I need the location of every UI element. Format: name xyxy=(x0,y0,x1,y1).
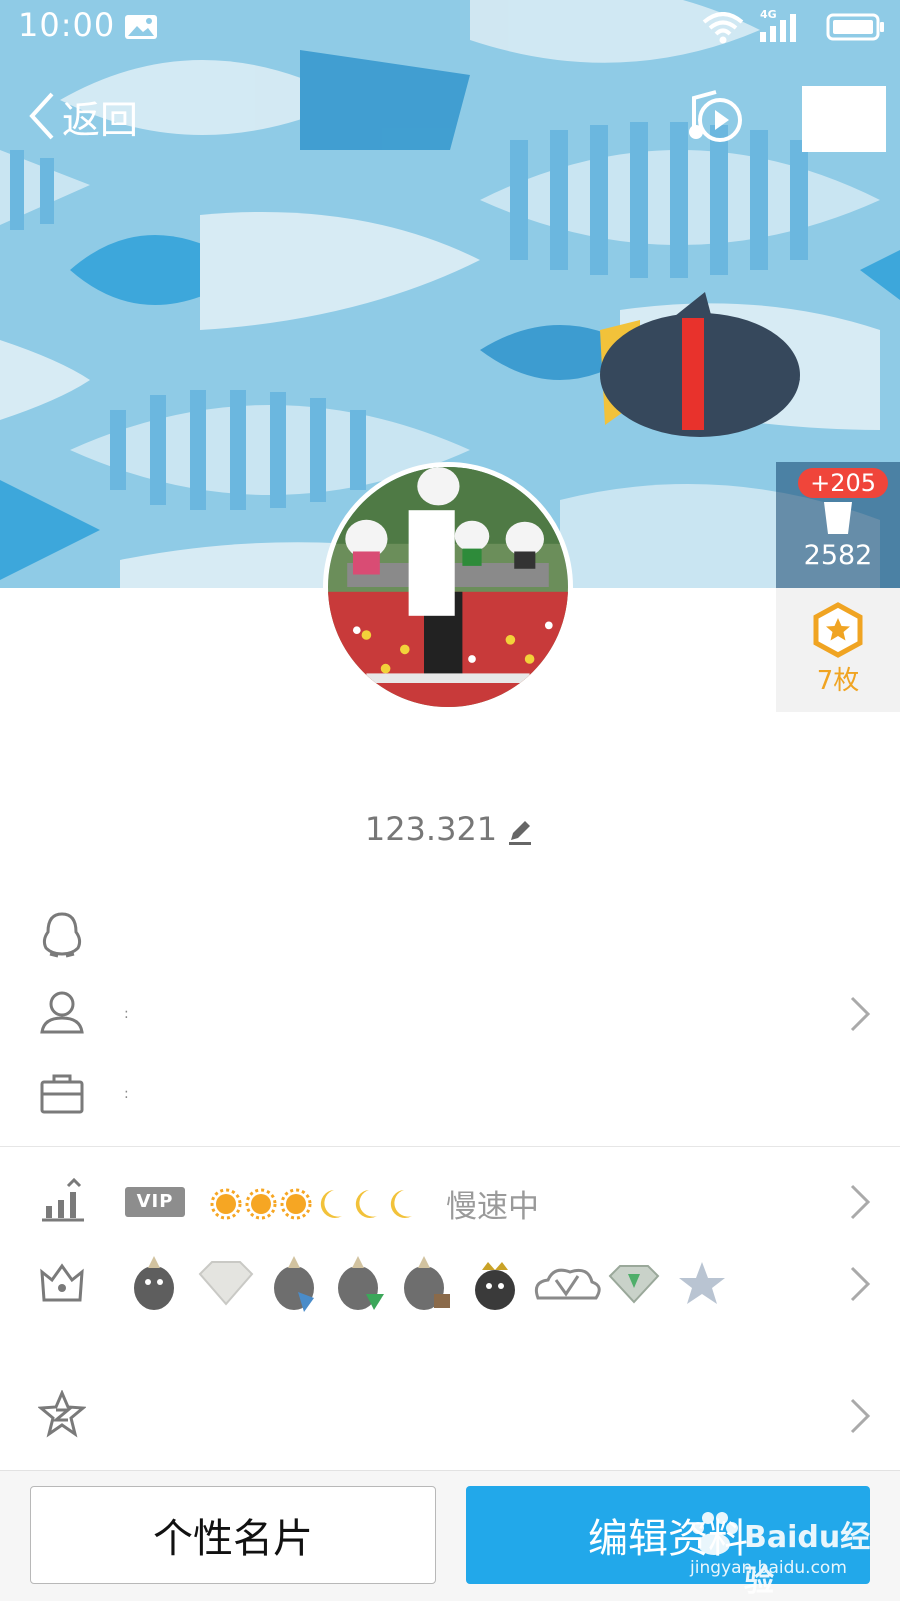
work-info-colon: : xyxy=(124,1086,129,1102)
qzone-row[interactable] xyxy=(0,1390,900,1446)
sun-icon xyxy=(280,1188,312,1220)
level-chart-icon xyxy=(42,1178,84,1222)
status-time: 10:00 xyxy=(18,6,116,44)
penguin-green-icon xyxy=(338,1256,384,1310)
qq-number[interactable]: 123.321 xyxy=(0,810,900,848)
likes-badge: +205 xyxy=(798,468,888,498)
medal-count: 7枚 xyxy=(816,666,860,696)
sun-icon xyxy=(245,1188,277,1220)
back-button[interactable]: 返回 xyxy=(24,88,138,144)
watermark-brand: Baidu经验 xyxy=(744,1520,871,1599)
speed-status: 慢速中 xyxy=(446,1189,539,1225)
vip-tag: VIP xyxy=(125,1187,185,1217)
profile-info-colon: : xyxy=(124,1006,129,1022)
baidu-paw-icon xyxy=(692,1512,738,1555)
qzone-star-icon xyxy=(38,1390,86,1438)
watermark-url: jingyan.baidu.com xyxy=(690,1558,847,1578)
music-play-icon[interactable] xyxy=(686,88,746,146)
chevron-right-icon xyxy=(850,1266,871,1302)
signal-icon xyxy=(760,14,796,42)
avatar[interactable] xyxy=(323,462,573,712)
chevron-left-icon xyxy=(29,92,54,140)
medal-panel[interactable]: 7枚 xyxy=(776,588,900,712)
gem-lv1-icon xyxy=(608,1265,660,1304)
profile-card-button[interactable]: 个性名片 xyxy=(30,1486,436,1584)
section-divider xyxy=(0,1146,900,1147)
briefcase-icon xyxy=(40,1074,84,1114)
more-menu-button[interactable] xyxy=(802,86,886,152)
penguin-brown-icon xyxy=(404,1256,450,1310)
profile-info-row[interactable]: : xyxy=(0,988,900,1048)
person-icon xyxy=(40,991,84,1034)
star-badge-icon xyxy=(679,1262,725,1304)
edit-pencil-icon[interactable] xyxy=(505,816,535,846)
penguin-outline-icon xyxy=(42,912,82,958)
penguin-gray-icon xyxy=(134,1256,174,1310)
moon-icon xyxy=(320,1190,342,1218)
cloud-v-icon xyxy=(534,1268,601,1300)
level-sun-moon-icons xyxy=(210,1188,412,1220)
cup-icon xyxy=(824,502,852,534)
back-label: 返回 xyxy=(62,97,139,142)
image-notification-icon xyxy=(125,15,157,39)
chevron-right-icon xyxy=(850,1184,871,1220)
status-bar: 10:00 4G xyxy=(0,0,900,52)
sun-icon xyxy=(210,1188,242,1220)
penguin-blue-icon xyxy=(274,1256,314,1312)
privilege-badges xyxy=(134,1256,725,1312)
penguin-crown-icon xyxy=(475,1262,515,1310)
likes-panel[interactable]: +205 2582 xyxy=(776,462,900,588)
diamond-icon xyxy=(198,1261,254,1306)
battery-icon xyxy=(826,13,884,41)
baidu-watermark: Baidu经验 jingyan.baidu.com xyxy=(684,1510,884,1599)
qq-penguin-row xyxy=(0,910,900,970)
qq-number-text: 123.321 xyxy=(364,810,498,848)
moon-icon xyxy=(355,1190,377,1218)
wifi-icon xyxy=(702,12,744,44)
moon-icon xyxy=(390,1190,412,1218)
work-info-row: : xyxy=(0,1072,900,1128)
likes-count: 2582 xyxy=(803,540,873,571)
avatar-photo xyxy=(328,467,568,707)
crown-icon xyxy=(40,1263,84,1302)
chevron-right-icon xyxy=(850,996,871,1032)
chevron-right-icon xyxy=(850,1398,871,1434)
profile-name xyxy=(0,724,900,762)
star-medal-icon xyxy=(813,602,863,658)
